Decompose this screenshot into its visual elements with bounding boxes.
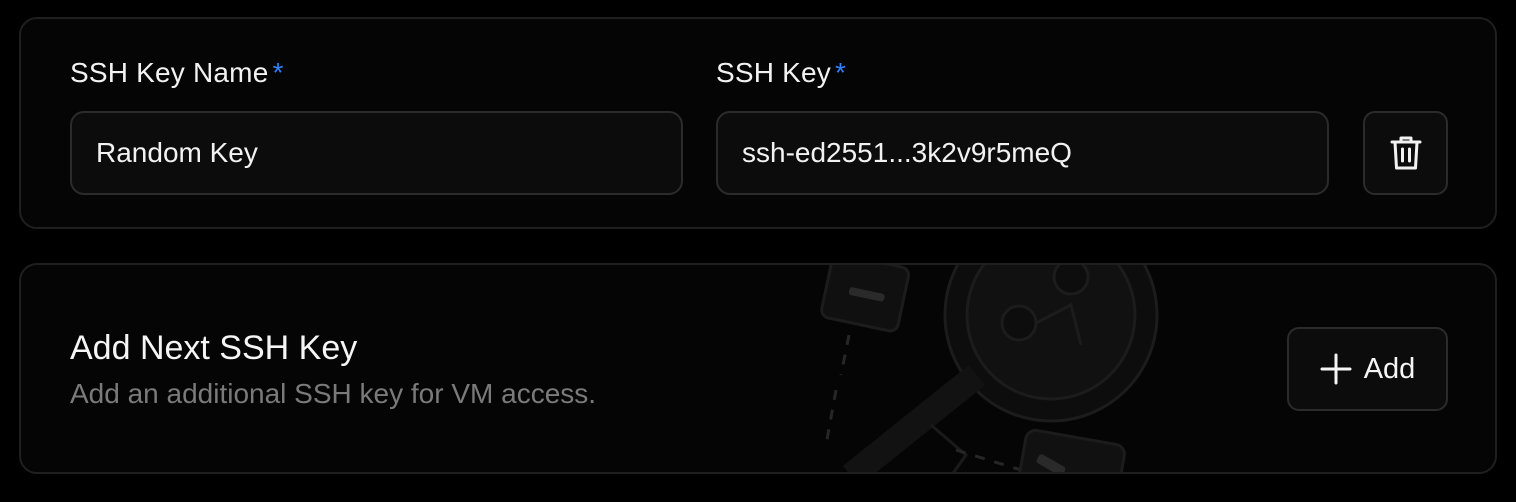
required-marker: *	[835, 57, 847, 88]
ssh-key-label: SSH Key *	[716, 57, 847, 88]
key-illustration-icon	[820, 265, 1159, 472]
section-subtitle: Add an additional SSH key for VM access.	[70, 378, 597, 409]
add-button-label: Add	[1363, 352, 1416, 385]
trash-icon	[1390, 136, 1421, 170]
ssh-key-entry-card: SSH Key Name * SSH Key *	[19, 17, 1497, 229]
section-title: Add Next SSH Key	[70, 329, 358, 367]
add-ssh-key-button[interactable]: Add	[1287, 327, 1448, 411]
required-marker: *	[272, 57, 284, 88]
ssh-key-name-input[interactable]	[70, 111, 683, 195]
add-ssh-key-card: Add Next SSH Key Add an additional SSH k…	[19, 263, 1497, 474]
ssh-key-input[interactable]	[716, 111, 1329, 195]
plus-icon	[1320, 353, 1352, 385]
delete-key-button[interactable]	[1363, 111, 1448, 195]
ssh-key-name-label: SSH Key Name *	[70, 57, 284, 88]
